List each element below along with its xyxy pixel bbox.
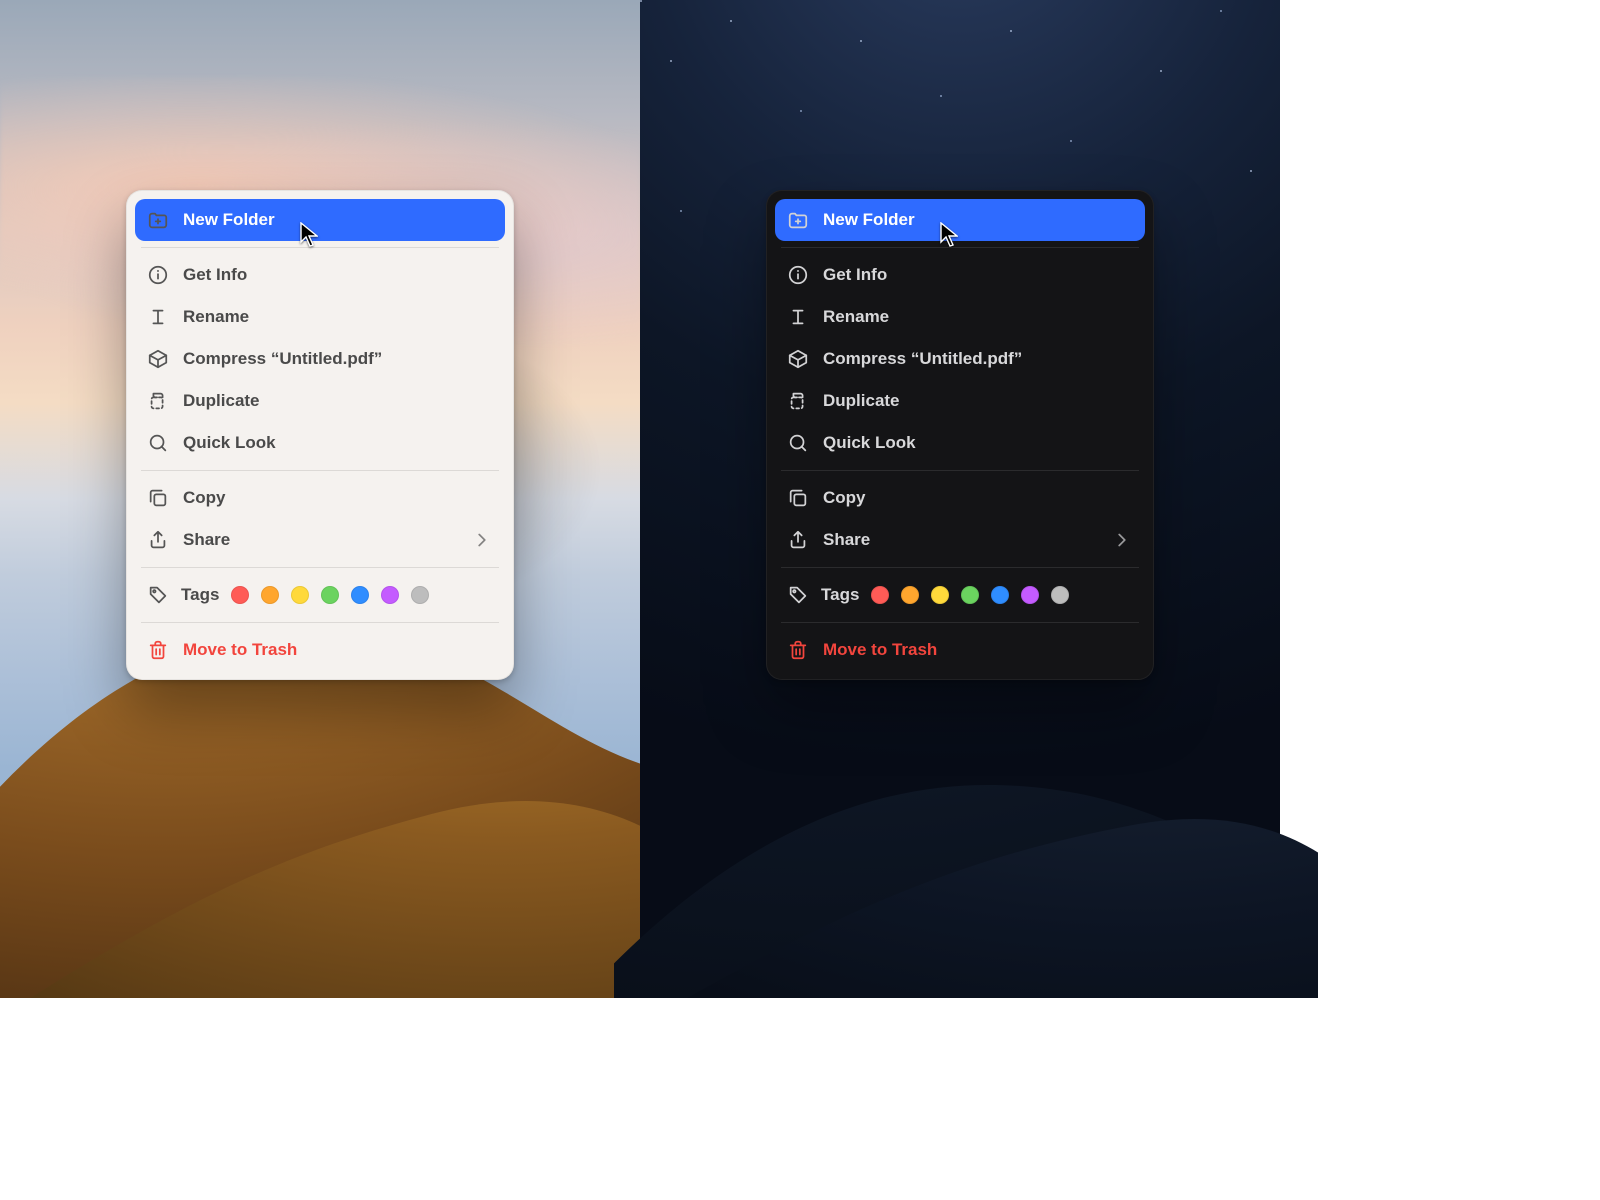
tag-color-yellow[interactable] bbox=[931, 586, 949, 604]
menu-item-label: Get Info bbox=[183, 265, 247, 285]
separator bbox=[781, 622, 1139, 623]
menu-item-copy[interactable]: Copy bbox=[775, 477, 1145, 519]
menu-item-tags[interactable]: Tags bbox=[775, 574, 1145, 616]
tag-icon bbox=[787, 584, 809, 606]
menu-item-label: Share bbox=[183, 530, 230, 550]
context-menu-light: New Folder Get Info Rename Compress “Unt… bbox=[126, 190, 514, 680]
chevron-right-icon bbox=[1111, 529, 1133, 551]
menu-item-get-info[interactable]: Get Info bbox=[775, 254, 1145, 296]
copy-icon bbox=[787, 487, 809, 509]
text-cursor-icon bbox=[147, 306, 169, 328]
menu-item-label: Share bbox=[823, 530, 870, 550]
menu-item-quick-look[interactable]: Quick Look bbox=[135, 422, 505, 464]
search-icon bbox=[147, 432, 169, 454]
menu-item-label: Quick Look bbox=[823, 433, 916, 453]
menu-item-label: Copy bbox=[183, 488, 226, 508]
trash-icon bbox=[147, 639, 169, 661]
separator bbox=[141, 247, 499, 248]
menu-item-quick-look[interactable]: Quick Look bbox=[775, 422, 1145, 464]
separator bbox=[141, 622, 499, 623]
menu-item-trash[interactable]: Move to Trash bbox=[135, 629, 505, 671]
folder-plus-icon bbox=[787, 209, 809, 231]
menu-item-label: New Folder bbox=[183, 210, 275, 230]
box-icon bbox=[787, 348, 809, 370]
separator bbox=[781, 567, 1139, 568]
menu-item-label: Move to Trash bbox=[823, 640, 937, 660]
menu-item-share[interactable]: Share bbox=[775, 519, 1145, 561]
box-icon bbox=[147, 348, 169, 370]
separator bbox=[141, 567, 499, 568]
chevron-right-icon bbox=[471, 529, 493, 551]
menu-item-label: Duplicate bbox=[183, 391, 260, 411]
copy-icon bbox=[147, 487, 169, 509]
tag-color-gray[interactable] bbox=[411, 586, 429, 604]
desktop-night: New Folder Get Info Rename Compress “Unt… bbox=[640, 0, 1280, 960]
tag-color-red[interactable] bbox=[871, 586, 889, 604]
trash-icon bbox=[787, 639, 809, 661]
share-icon bbox=[147, 529, 169, 551]
separator bbox=[781, 247, 1139, 248]
menu-item-duplicate[interactable]: Duplicate bbox=[135, 380, 505, 422]
tag-color-purple[interactable] bbox=[381, 586, 399, 604]
menu-item-label: Compress “Untitled.pdf” bbox=[823, 349, 1022, 369]
menu-item-label: Quick Look bbox=[183, 433, 276, 453]
menu-item-copy[interactable]: Copy bbox=[135, 477, 505, 519]
tag-color-blue[interactable] bbox=[351, 586, 369, 604]
search-icon bbox=[787, 432, 809, 454]
tags-label: Tags bbox=[181, 585, 219, 605]
folder-plus-icon bbox=[147, 209, 169, 231]
menu-item-new-folder[interactable]: New Folder bbox=[135, 199, 505, 241]
menu-item-label: Rename bbox=[823, 307, 889, 327]
menu-item-label: Get Info bbox=[823, 265, 887, 285]
duplicate-icon bbox=[147, 390, 169, 412]
menu-item-label: Compress “Untitled.pdf” bbox=[183, 349, 382, 369]
menu-item-label: Duplicate bbox=[823, 391, 900, 411]
tag-color-red[interactable] bbox=[231, 586, 249, 604]
tag-color-orange[interactable] bbox=[901, 586, 919, 604]
menu-item-label: Rename bbox=[183, 307, 249, 327]
tag-icon bbox=[147, 584, 169, 606]
info-icon bbox=[787, 264, 809, 286]
tag-color-green[interactable] bbox=[321, 586, 339, 604]
menu-item-rename[interactable]: Rename bbox=[135, 296, 505, 338]
menu-item-duplicate[interactable]: Duplicate bbox=[775, 380, 1145, 422]
menu-item-label: New Folder bbox=[823, 210, 915, 230]
menu-item-share[interactable]: Share bbox=[135, 519, 505, 561]
separator bbox=[781, 470, 1139, 471]
menu-item-rename[interactable]: Rename bbox=[775, 296, 1145, 338]
menu-item-label: Copy bbox=[823, 488, 866, 508]
menu-item-tags[interactable]: Tags bbox=[135, 574, 505, 616]
text-cursor-icon bbox=[787, 306, 809, 328]
context-menu-dark: New Folder Get Info Rename Compress “Unt… bbox=[766, 190, 1154, 680]
separator bbox=[141, 470, 499, 471]
share-icon bbox=[787, 529, 809, 551]
info-icon bbox=[147, 264, 169, 286]
menu-item-get-info[interactable]: Get Info bbox=[135, 254, 505, 296]
menu-item-compress[interactable]: Compress “Untitled.pdf” bbox=[135, 338, 505, 380]
duplicate-icon bbox=[787, 390, 809, 412]
tag-color-gray[interactable] bbox=[1051, 586, 1069, 604]
desktop-day: New Folder Get Info Rename Compress “Unt… bbox=[0, 0, 640, 960]
tags-label: Tags bbox=[821, 585, 859, 605]
menu-item-label: Move to Trash bbox=[183, 640, 297, 660]
tag-color-green[interactable] bbox=[961, 586, 979, 604]
tag-color-blue[interactable] bbox=[991, 586, 1009, 604]
tag-color-yellow[interactable] bbox=[291, 586, 309, 604]
tag-color-orange[interactable] bbox=[261, 586, 279, 604]
menu-item-new-folder[interactable]: New Folder bbox=[775, 199, 1145, 241]
menu-item-trash[interactable]: Move to Trash bbox=[775, 629, 1145, 671]
tag-color-purple[interactable] bbox=[1021, 586, 1039, 604]
menu-item-compress[interactable]: Compress “Untitled.pdf” bbox=[775, 338, 1145, 380]
